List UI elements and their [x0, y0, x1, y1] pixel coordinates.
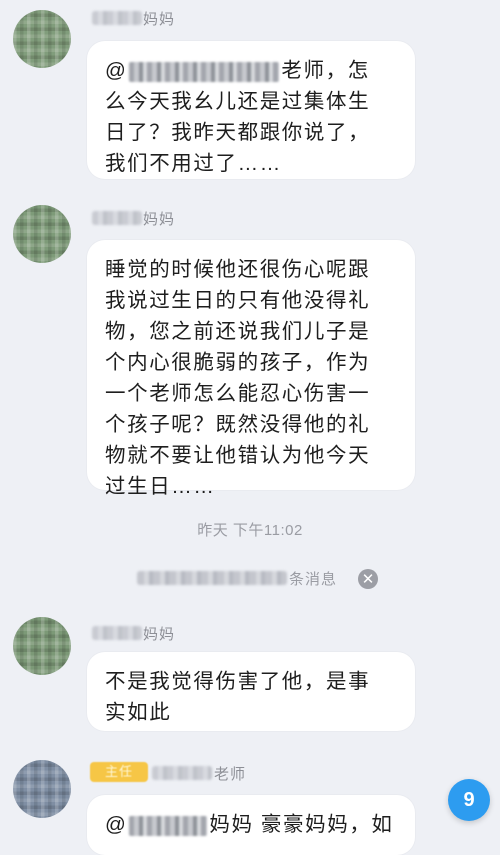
- sender-name-redacted: [92, 11, 142, 25]
- notice-redacted: [137, 571, 287, 585]
- role-tag: 主任: [90, 762, 148, 782]
- avatar[interactable]: [13, 760, 71, 818]
- message-bubble[interactable]: @ 老师，怎 么今天我幺儿还是过集体生 日了？我昨天都跟你说了， 我们不用过了……: [87, 41, 415, 179]
- avatar[interactable]: [13, 10, 71, 68]
- message-text: @ 老师，怎 么今天我幺儿还是过集体生 日了？我昨天都跟你说了， 我们不用过了……: [105, 55, 401, 179]
- message-bubble[interactable]: @ 妈妈 豪豪妈妈，如: [87, 795, 415, 855]
- sender-name-redacted: [92, 211, 142, 225]
- sender-name-suffix: 妈妈: [143, 211, 176, 228]
- avatar[interactable]: [13, 205, 71, 263]
- message-text-line: 么今天我幺儿还是过集体生 日了？我昨天都跟你说了， 我们不用过了……: [105, 90, 371, 175]
- message-text-line: 老师，怎: [281, 59, 370, 82]
- message-bubble[interactable]: 睡觉的时候他还很伤心呢跟 我说过生日的只有他没得礼 物，您之前还说我们儿子是 个…: [87, 240, 415, 498]
- mention-at: @: [105, 813, 128, 836]
- message-text: 睡觉的时候他还很伤心呢跟 我说过生日的只有他没得礼 物，您之前还说我们儿子是 个…: [105, 258, 371, 498]
- sender-name-suffix: 老师: [214, 766, 247, 783]
- message-text-line: 妈妈 豪豪妈妈，如: [209, 813, 394, 836]
- message-bubble[interactable]: 不是我觉得伤害了他，是事 实如此: [87, 652, 415, 731]
- redacted-name: [129, 61, 280, 82]
- sender-name-redacted: [152, 766, 212, 780]
- unread-count-badge[interactable]: 9: [448, 779, 490, 821]
- sender-name-suffix: 妈妈: [143, 626, 176, 643]
- sender-name-redacted: [92, 626, 142, 640]
- recalled-message-notice: 条消息: [137, 566, 337, 590]
- chat-view: 妈妈 @ 老师，怎 么今天我幺儿还是过集体生 日了？我昨天都跟你说了， 我们不用过…: [0, 0, 500, 855]
- mention-at: @: [105, 59, 128, 82]
- notice-text: 条消息: [289, 570, 338, 588]
- timestamp: 昨天 下午11:02: [197, 522, 303, 539]
- avatar[interactable]: [13, 617, 71, 675]
- sender-name-suffix: 妈妈: [143, 11, 176, 28]
- close-icon[interactable]: ✕: [358, 569, 378, 589]
- redacted-name: [129, 815, 208, 836]
- message-text: 不是我觉得伤害了他，是事 实如此: [105, 670, 371, 724]
- message-text: @ 妈妈 豪豪妈妈，如: [105, 809, 401, 840]
